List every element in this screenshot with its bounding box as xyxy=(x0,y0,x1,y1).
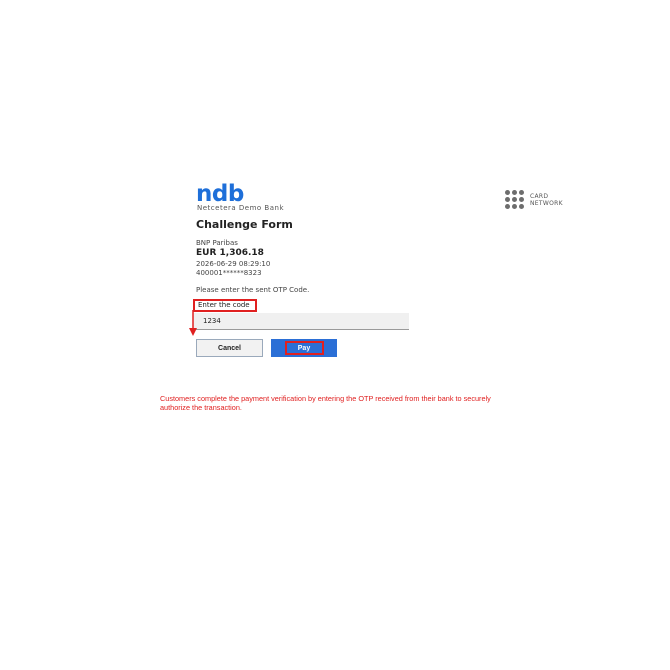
merchant-name: BNP Paribas xyxy=(196,239,238,247)
page-title: Challenge Form xyxy=(196,218,293,231)
card-network-logo: CARD NETWORK xyxy=(505,190,563,209)
annotation-caption: Customers complete the payment verificat… xyxy=(160,394,491,412)
card-network-line1: CARD xyxy=(530,192,549,200)
otp-instruction: Please enter the sent OTP Code. xyxy=(196,286,310,294)
pay-button[interactable]: Pay xyxy=(271,339,337,357)
card-network-label: CARD NETWORK xyxy=(530,193,563,207)
otp-input[interactable] xyxy=(193,313,409,330)
cancel-button[interactable]: Cancel xyxy=(196,339,263,357)
transaction-date: 2026-06-29 08:29:10 xyxy=(196,260,271,268)
card-network-dots-icon xyxy=(505,190,524,209)
card-network-line2: NETWORK xyxy=(530,199,563,207)
bank-name: Netcetera Demo Bank xyxy=(197,204,284,212)
transaction-amount: EUR 1,306.18 xyxy=(196,248,264,258)
bank-logo: ndb xyxy=(196,181,244,207)
otp-field-label: Enter the code xyxy=(193,299,257,312)
card-number: 400001******8323 xyxy=(196,269,262,277)
